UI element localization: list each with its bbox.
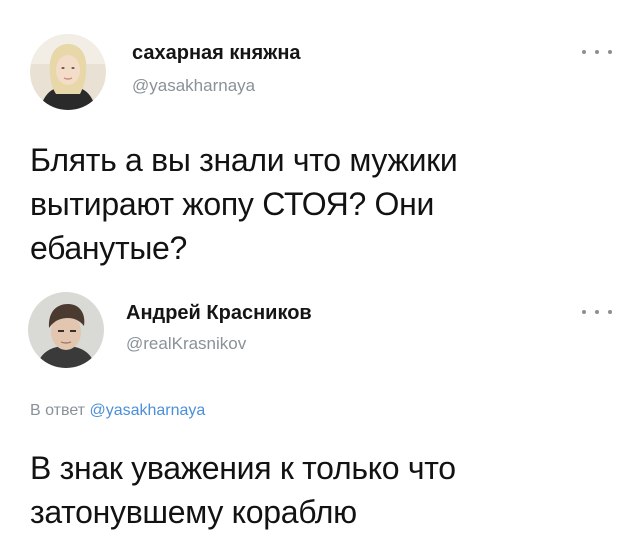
tweet-original: сахарная княжна @yasakharnaya Блять а вы… [0,0,640,290]
more-options-icon [582,50,586,54]
more-options-icon-dot [595,310,599,314]
display-name[interactable]: сахарная княжна [132,42,301,65]
user-photo-icon [28,292,104,368]
reply-prefix: В ответ [30,402,86,419]
reply-context: В ответ @yasakharnaya [30,402,205,420]
tweet-reply: Андрей Красников @realKrasnikov В ответ … [0,290,640,556]
more-options-icon-dot [608,50,612,54]
user-handle[interactable]: @realKrasnikov [126,334,246,354]
more-options-icon [582,310,586,314]
tweet-text-line: В знак уважения к только что [30,450,456,486]
tweet-body: В знак уважения к только что затонувшему… [30,446,610,534]
more-options-button[interactable] [582,44,612,60]
more-options-icon-dot [608,310,612,314]
tweet-text-line: затонувшему кораблю [30,494,357,530]
tweet-body: Блять а вы знали что мужики вытирают жоп… [30,138,610,270]
avatar[interactable] [28,292,104,368]
more-options-icon-dot [595,50,599,54]
reply-handle-link[interactable]: @yasakharnaya [89,402,205,419]
tweet-text-line: ебанутые? [30,230,188,266]
tweet-text-line: Блять а вы знали что мужики [30,142,458,178]
tweet-text-line: вытирают жопу СТОЯ? Они [30,186,435,222]
avatar[interactable] [30,34,106,110]
display-name[interactable]: Андрей Красников [126,302,312,325]
more-options-button[interactable] [582,304,612,320]
user-handle[interactable]: @yasakharnaya [132,76,255,96]
user-photo-icon [30,34,106,110]
